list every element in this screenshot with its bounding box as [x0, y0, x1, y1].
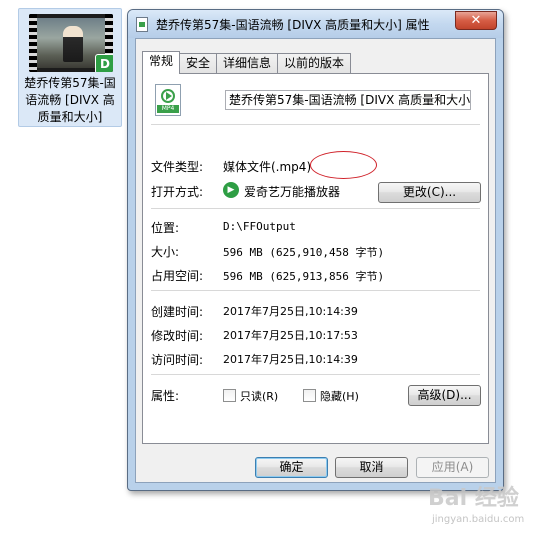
open-with-value: 爱奇艺万能播放器 [244, 185, 341, 199]
tab-bar: 常规 安全 详细信息 以前的版本 [142, 51, 352, 74]
dialog-title: 楚乔传第57集-国语流畅 [DIVX 高质量和大小] 属性 [156, 18, 430, 32]
player-badge-icon: D [95, 54, 113, 72]
disk-size-label: 占用空间: [151, 269, 204, 283]
modified-value: 2017年7月25日,10:17:53 [223, 329, 358, 342]
attributes-label: 属性: [151, 389, 180, 403]
size-value: 596 MB (625,910,458 字节) [223, 246, 385, 259]
video-thumbnail: D [29, 14, 113, 72]
tab-general[interactable]: 常规 [142, 51, 181, 74]
accessed-label: 访问时间: [151, 353, 204, 367]
file-type-text: 媒体文件(.mp4) [223, 160, 312, 174]
mp4-file-icon: MP4 [155, 84, 181, 116]
modified-label: 修改时间: [151, 329, 204, 343]
annotation-ellipse [310, 151, 377, 179]
thumbnail-person [63, 26, 83, 62]
accessed-value: 2017年7月25日,10:14:39 [223, 353, 358, 366]
general-tab-page: MP4 楚乔传第57集-国语流畅 [DIVX 高质量和大小] 文件类型: 媒体文… [142, 73, 489, 444]
tab-security[interactable]: 安全 [179, 53, 218, 73]
apply-button[interactable]: 应用(A) [416, 457, 489, 478]
separator [151, 290, 480, 291]
baidu-watermark-url: jingyan.baidu.com [432, 514, 525, 525]
desktop-file-label: 楚乔传第57集-国语流畅 [DIVX 高质量和大小] [24, 76, 116, 124]
file-name-input[interactable]: 楚乔传第57集-国语流畅 [DIVX 高质量和大小] [225, 90, 471, 110]
properties-dialog: 楚乔传第57集-国语流畅 [DIVX 高质量和大小] 属性 ✕ 常规 安全 详细… [127, 9, 504, 491]
baidu-watermark: Bai 经验 [428, 486, 519, 511]
separator [151, 208, 480, 209]
location-value: D:\FFOutput [223, 220, 296, 233]
separator [151, 374, 480, 375]
desktop-file-icon[interactable]: D 楚乔传第57集-国语流畅 [DIVX 高质量和大小] [18, 8, 122, 127]
file-type-value: 媒体文件(.mp4) [223, 158, 311, 175]
disk-size-value: 596 MB (625,913,856 字节) [223, 270, 385, 283]
separator [151, 124, 480, 125]
play-icon [161, 89, 175, 103]
tab-previous-versions[interactable]: 以前的版本 [277, 53, 352, 73]
created-value: 2017年7月25日,10:14:39 [223, 305, 358, 318]
created-label: 创建时间: [151, 305, 204, 319]
size-label: 大小: [151, 245, 180, 259]
location-label: 位置: [151, 221, 180, 235]
dialog-client-area: 常规 安全 详细信息 以前的版本 MP4 楚乔传第57集-国语流畅 [DIVX … [135, 38, 496, 483]
cancel-button[interactable]: 取消 [335, 457, 408, 478]
tab-details[interactable]: 详细信息 [216, 53, 279, 73]
hidden-checkbox[interactable] [303, 389, 316, 402]
readonly-checkbox[interactable] [223, 389, 236, 402]
film-strip-left [29, 14, 37, 72]
iqiyi-player-icon: ▶ [223, 182, 239, 198]
hidden-label: 隐藏(H) [320, 390, 359, 403]
ok-button[interactable]: 确定 [255, 457, 328, 478]
readonly-label: 只读(R) [240, 390, 279, 403]
file-type-label: 文件类型: [151, 160, 204, 174]
title-bar[interactable]: 楚乔传第57集-国语流畅 [DIVX 高质量和大小] 属性 ✕ [128, 10, 503, 38]
close-button[interactable]: ✕ [455, 11, 497, 30]
open-with-label: 打开方式: [151, 185, 204, 199]
file-title-icon [136, 17, 148, 32]
mp4-tag: MP4 [157, 105, 179, 113]
change-button[interactable]: 更改(C)... [378, 182, 481, 203]
advanced-button[interactable]: 高级(D)... [408, 385, 481, 406]
